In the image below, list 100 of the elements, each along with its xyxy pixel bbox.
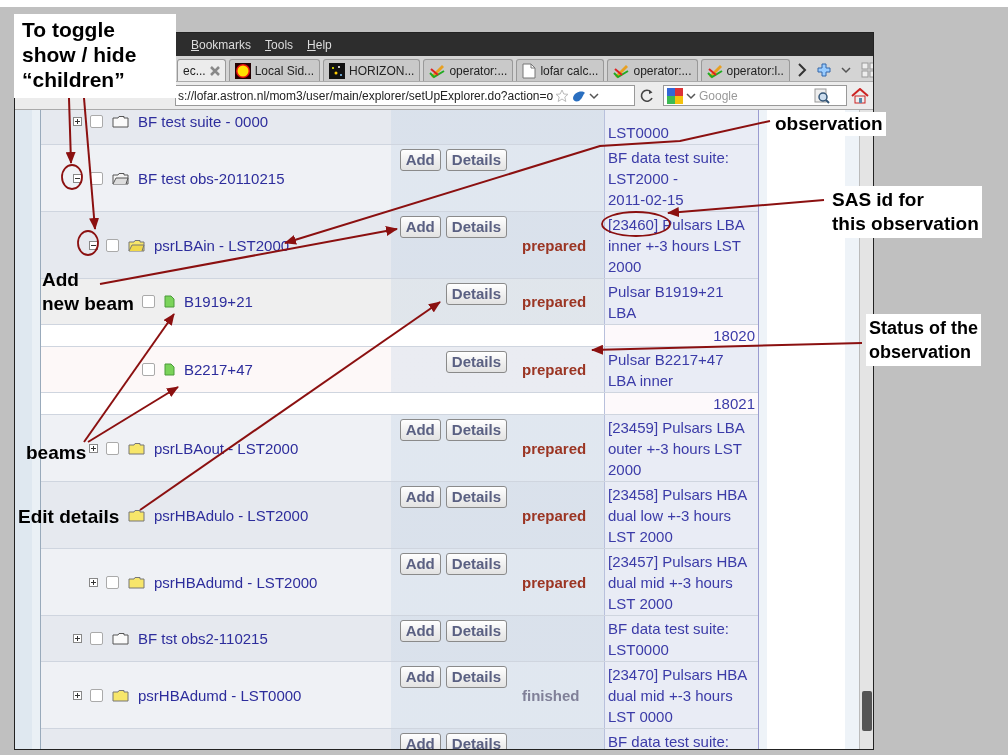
search-input[interactable]: Google [699,87,811,104]
status-label: finished [522,686,580,704]
id-number: 18020 [713,327,755,344]
collapse-icon[interactable] [89,240,98,250]
tree-item-link[interactable]: psrHBAdumd - LST0000 [138,686,302,704]
details-button[interactable]: Details [445,666,507,688]
checkbox[interactable] [90,688,103,702]
tree-item-link[interactable]: B2217+47 [184,361,253,378]
details-button[interactable]: Details [445,216,507,238]
highlight-ellipse [77,230,99,256]
pencil-icon [613,62,630,79]
status-label: prepared [522,506,587,524]
document-icon [164,363,175,376]
star-icon[interactable] [555,88,570,103]
highlight-ellipse [61,164,83,190]
status-label: prepared [522,293,587,310]
tree-item-link[interactable]: psrHBAdumd - LST2000 [154,573,318,591]
tab[interactable]: operator:l.. [700,59,790,81]
tab[interactable]: Local Sid... [228,59,321,81]
folder-icon [128,441,145,455]
tree-item-link[interactable]: BF test obs-20110215 [138,169,285,187]
callout-label: Status of the observation [866,314,981,366]
tab[interactable]: operator:... [607,59,698,81]
status-label: prepared [522,361,587,378]
folder-icon [112,688,129,702]
status-label: prepared [522,573,587,591]
tab[interactable]: HORIZON... [323,59,421,81]
expand-icon[interactable] [89,443,98,453]
status-label: prepared [522,236,587,254]
details-button[interactable]: Details [445,283,507,305]
add-button[interactable]: Add [399,486,441,508]
search-icon[interactable] [814,87,830,104]
callout-label: Add new beam [42,268,134,316]
checkbox[interactable] [142,363,155,376]
plus-icon[interactable] [816,63,831,77]
details-button[interactable]: Details [445,149,507,171]
starfield-icon [329,62,346,79]
address-field[interactable]: s://lofar.astron.nl/mom3/user/main/explorer/setUpExplorer.do?action=o [175,85,635,106]
menu-item[interactable]: Tools [265,37,294,52]
expand-icon[interactable] [73,634,82,643]
checkbox[interactable] [90,115,103,128]
folder-icon [128,238,145,252]
folder-icon [128,575,145,589]
reload-icon[interactable] [639,87,655,104]
add-button[interactable]: Add [399,149,441,171]
folder-icon [112,171,129,185]
add-button[interactable]: Add [399,419,441,441]
callout-label: Edit details [18,505,120,529]
add-button[interactable]: Add [399,553,441,575]
pencil-icon [706,62,723,79]
details-button[interactable]: Details [445,486,507,508]
details-button[interactable]: Details [445,553,507,575]
pencil-icon [429,62,446,79]
callout-label: observation [772,112,886,136]
arrow [65,97,76,164]
tree-item-link[interactable]: BF test suite - 0000 [138,113,269,130]
details-button[interactable]: Details [445,419,507,441]
chevron-right-icon[interactable] [796,63,807,77]
checkbox[interactable] [142,295,155,308]
tree-item-link[interactable]: BF tst obs2-110215 [138,630,268,647]
menu-item[interactable]: Bookmarks [191,37,252,52]
expand-icon[interactable] [89,577,98,587]
folder-icon [128,508,145,522]
tab[interactable]: lofar calc... [516,59,605,81]
caret-icon[interactable] [589,91,600,100]
id-number: 18021 [713,395,755,412]
page-icon [522,62,537,79]
add-button[interactable]: Add [399,620,441,642]
checkbox[interactable] [106,238,119,252]
tab[interactable]: operator:... [423,59,514,81]
callout-label: To toggle show / hide “children” [14,14,176,98]
logo-icon [667,87,683,104]
tree-item-link[interactable]: B1919+21 [184,293,253,310]
add-button[interactable]: Add [399,733,441,749]
expand-icon[interactable] [73,117,82,126]
checkbox[interactable] [106,441,119,455]
checkbox[interactable] [106,575,119,589]
add-button[interactable]: Add [399,216,441,238]
tree-item-link[interactable]: psrLBAin - LST2000 [154,236,290,254]
tab[interactable]: ec... [177,59,226,81]
collapse-icon[interactable] [73,173,82,183]
details-button[interactable]: Details [445,351,507,373]
caret-icon[interactable] [840,66,851,74]
caret-icon[interactable] [686,91,696,100]
circle-icon [234,62,251,79]
add-button[interactable]: Add [399,666,441,688]
menu-item[interactable]: Help [307,37,332,52]
scrollbar-thumb[interactable] [862,691,872,731]
expand-icon[interactable] [73,690,82,700]
home-icon[interactable] [851,87,869,104]
callout-label: beams [26,441,87,465]
search-box[interactable]: Google [663,85,847,106]
tree-item-link[interactable]: psrHBAdulo - LST2000 [154,506,309,524]
document-icon [164,295,175,308]
tree-item-link[interactable]: psrLBAout - LST2000 [154,439,299,457]
folder-icon [112,632,129,645]
close-icon[interactable] [209,65,220,76]
details-button[interactable]: Details [445,620,507,642]
checkbox[interactable] [90,632,103,645]
details-button[interactable]: Details [445,733,507,749]
